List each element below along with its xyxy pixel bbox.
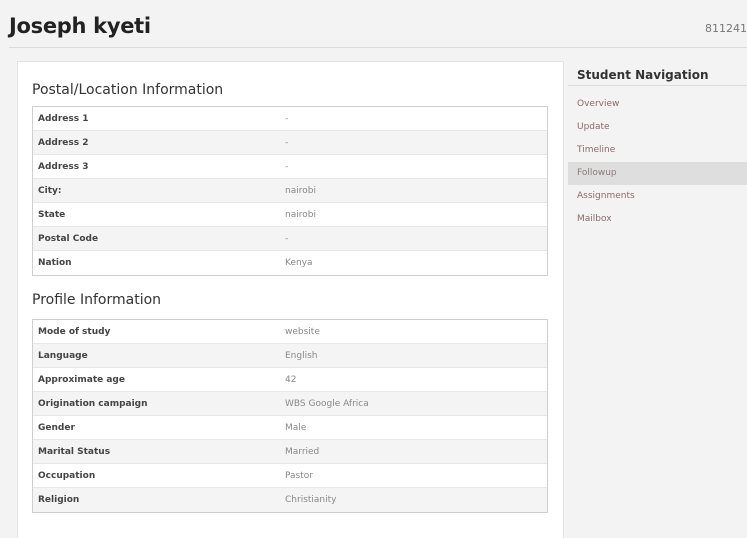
row-value: nairobi: [285, 185, 316, 196]
row-value: WBS Google Africa: [285, 398, 369, 409]
nav-item-assignments[interactable]: Assignments: [568, 185, 747, 208]
student-navigation: Student Navigation Overview Update Timel…: [568, 61, 747, 241]
header-divider: [9, 47, 747, 48]
table-row: Occupation Pastor: [33, 464, 547, 488]
table-row: Origination campaign WBS Google Africa: [33, 392, 547, 416]
table-row: Address 3 -: [33, 155, 547, 179]
row-value: -: [285, 161, 289, 172]
row-label: Address 3: [38, 161, 89, 172]
nav-item-mailbox[interactable]: Mailbox: [568, 208, 747, 231]
row-value: Kenya: [285, 258, 313, 268]
row-value: -: [285, 137, 289, 148]
nav-divider: [568, 85, 747, 86]
table-row: State nairobi: [33, 203, 547, 227]
table-row: Marital Status Married: [33, 440, 547, 464]
row-label: Religion: [38, 495, 80, 505]
row-label: Language: [38, 350, 88, 361]
nav-title: Student Navigation: [577, 68, 709, 82]
table-row: Address 2 -: [33, 131, 547, 155]
nav-item-update[interactable]: Update: [568, 116, 747, 139]
row-label: Address 2: [38, 137, 89, 148]
row-label: Mode of study: [38, 326, 111, 337]
row-value: nairobi: [285, 209, 316, 220]
row-value: Christianity: [285, 495, 337, 505]
table-row: Approximate age 42: [33, 368, 547, 392]
profile-table: Mode of study website Language English A…: [32, 319, 548, 513]
table-row: Postal Code -: [33, 227, 547, 251]
row-label: Approximate age: [38, 374, 125, 385]
row-label: Gender: [38, 422, 75, 433]
row-value: English: [285, 350, 318, 361]
table-row: Mode of study website: [33, 320, 547, 344]
table-row: Gender Male: [33, 416, 547, 440]
row-value: Male: [285, 422, 307, 433]
row-value: -: [285, 113, 289, 124]
row-value: Pastor: [285, 470, 313, 481]
nav-item-overview[interactable]: Overview: [568, 93, 747, 116]
row-value: Married: [285, 446, 320, 457]
table-row: Religion Christianity: [33, 488, 547, 512]
row-label: Address 1: [38, 113, 89, 124]
table-row: Address 1 -: [33, 107, 547, 131]
student-id: 811241: [705, 22, 747, 35]
main-panel: Postal/Location Information Address 1 - …: [17, 61, 564, 538]
page-title: Joseph kyeti: [9, 14, 151, 38]
row-label: Origination campaign: [38, 398, 148, 409]
row-label: Nation: [38, 258, 72, 268]
row-value: website: [285, 326, 320, 337]
row-label: Postal Code: [38, 233, 99, 244]
table-row: City: nairobi: [33, 179, 547, 203]
page-header: Joseph kyeti 811241: [0, 0, 747, 48]
postal-section-title: Postal/Location Information: [32, 82, 224, 98]
row-label: State: [38, 209, 66, 220]
table-row: Language English: [33, 344, 547, 368]
row-value: -: [285, 233, 289, 244]
row-label: Marital Status: [38, 446, 111, 457]
nav-list: Overview Update Timeline Followup Assign…: [568, 93, 747, 231]
row-value: 42: [285, 374, 297, 385]
nav-item-timeline[interactable]: Timeline: [568, 139, 747, 162]
profile-section-title: Profile Information: [32, 292, 162, 308]
postal-table: Address 1 - Address 2 - Address 3 - City…: [32, 106, 548, 276]
table-row: Nation Kenya: [33, 251, 547, 275]
nav-item-followup[interactable]: Followup: [568, 162, 747, 185]
row-label: Occupation: [38, 470, 96, 481]
row-label: City:: [38, 185, 62, 196]
